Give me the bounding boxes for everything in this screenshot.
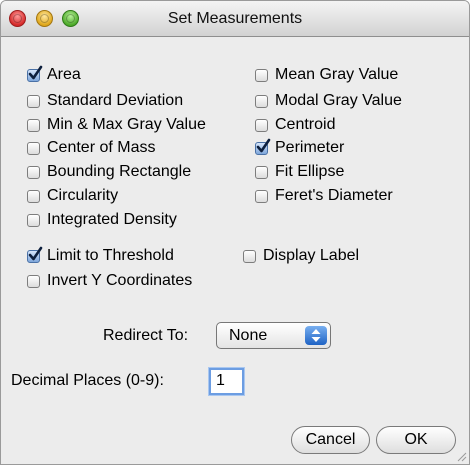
- title-bar[interactable]: Set Measurements: [1, 1, 469, 37]
- checkbox-modal-gray-value[interactable]: Modal Gray Value: [255, 91, 402, 111]
- checkbox-label: Min & Max Gray Value: [47, 116, 206, 133]
- checkbox-label: Feret's Diameter: [275, 187, 393, 204]
- cancel-button[interactable]: Cancel: [291, 426, 370, 454]
- checkmark-icon: [28, 65, 43, 79]
- checkbox-label: Area: [47, 66, 81, 83]
- checkbox-box[interactable]: [27, 213, 40, 227]
- checkbox-label: Fit Ellipse: [275, 163, 345, 180]
- checkbox-area[interactable]: Area: [27, 65, 81, 85]
- checkbox-label: Limit to Threshold: [47, 247, 174, 264]
- checkbox-label: Display Label: [263, 247, 360, 264]
- set-measurements-dialog: Set Measurements Area Standard Deviation…: [0, 0, 470, 465]
- checkbox-label: Centroid: [275, 116, 336, 133]
- checkbox-invert-y-coordinates[interactable]: Invert Y Coordinates: [27, 271, 192, 291]
- checkbox-box[interactable]: [255, 138, 271, 155]
- checkbox-display-label[interactable]: Display Label: [243, 246, 359, 266]
- checkbox-limit-to-threshold[interactable]: Limit to Threshold: [27, 246, 174, 266]
- checkbox-box[interactable]: [255, 94, 268, 108]
- up-down-arrows-icon: [305, 326, 327, 345]
- checkbox-box[interactable]: [27, 65, 43, 82]
- checkmark-icon: [28, 246, 43, 260]
- checkbox-box[interactable]: [27, 189, 40, 203]
- checkbox-box[interactable]: [27, 274, 40, 288]
- checkbox-label: Bounding Rectangle: [47, 163, 192, 180]
- decimal-places-label: Decimal Places (0-9):: [11, 372, 164, 389]
- decimal-places-value: 1: [216, 372, 225, 389]
- redirect-select-value: None: [229, 327, 268, 344]
- checkbox-box[interactable]: [243, 249, 256, 263]
- checkbox-ferets-diameter[interactable]: Feret's Diameter: [255, 186, 393, 206]
- checkbox-standard-deviation[interactable]: Standard Deviation: [27, 91, 183, 111]
- checkbox-label: Mean Gray Value: [275, 66, 399, 83]
- checkbox-box[interactable]: [27, 94, 40, 108]
- checkbox-box[interactable]: [27, 118, 40, 132]
- checkbox-label: Invert Y Coordinates: [47, 272, 193, 289]
- window-title: Set Measurements: [167, 10, 303, 27]
- checkbox-box[interactable]: [255, 165, 268, 179]
- resize-grip-icon[interactable]: [455, 450, 467, 462]
- checkbox-mean-gray-value[interactable]: Mean Gray Value: [255, 65, 398, 85]
- ok-button[interactable]: OK: [376, 426, 456, 454]
- checkbox-fit-ellipse[interactable]: Fit Ellipse: [255, 162, 344, 182]
- checkbox-label: Modal Gray Value: [275, 92, 402, 109]
- decimal-places-input[interactable]: 1: [209, 368, 244, 395]
- checkbox-box[interactable]: [255, 118, 268, 132]
- checkmark-icon: [256, 138, 271, 152]
- checkbox-label: Standard Deviation: [47, 92, 184, 109]
- checkbox-box[interactable]: [255, 68, 268, 82]
- checkbox-integrated-density[interactable]: Integrated Density: [27, 210, 177, 230]
- checkbox-label: Center of Mass: [47, 139, 156, 156]
- redirect-select[interactable]: None: [216, 322, 331, 349]
- checkbox-center-of-mass[interactable]: Center of Mass: [27, 138, 155, 158]
- checkbox-min-max-gray-value[interactable]: Min & Max Gray Value: [27, 115, 206, 135]
- checkbox-label: Perimeter: [275, 139, 345, 156]
- checkbox-box[interactable]: [27, 246, 43, 263]
- checkbox-box[interactable]: [27, 165, 40, 179]
- redirect-label: Redirect To:: [103, 327, 189, 344]
- checkbox-box[interactable]: [27, 141, 40, 155]
- checkbox-box[interactable]: [255, 189, 268, 203]
- checkbox-perimeter[interactable]: Perimeter: [255, 138, 344, 158]
- checkbox-label: Circularity: [47, 187, 119, 204]
- checkbox-circularity[interactable]: Circularity: [27, 186, 118, 206]
- checkbox-label: Integrated Density: [47, 211, 177, 228]
- checkbox-centroid[interactable]: Centroid: [255, 115, 335, 135]
- checkbox-bounding-rectangle[interactable]: Bounding Rectangle: [27, 162, 191, 182]
